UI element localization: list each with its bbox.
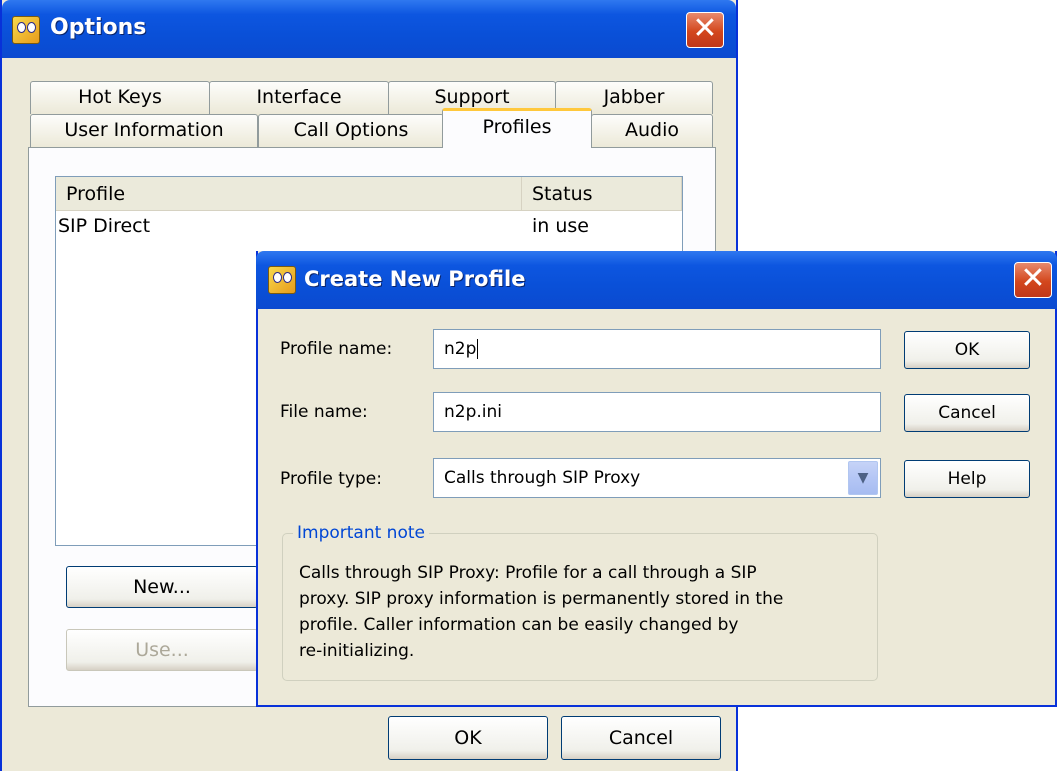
options-cancel-button[interactable]: Cancel bbox=[561, 716, 721, 760]
profile-type-select[interactable]: Calls through SIP Proxy ▼ bbox=[433, 458, 881, 498]
tab-call-options[interactable]: Call Options bbox=[258, 114, 444, 147]
app-face-icon bbox=[268, 266, 296, 294]
options-close-icon[interactable]: ✕ bbox=[686, 12, 724, 48]
create-new-profile-dialog: Create New Profile ✕ Profile name: n2p F… bbox=[256, 251, 1057, 707]
dialog-title: Create New Profile bbox=[304, 267, 526, 291]
options-titlebar[interactable]: Options ✕ bbox=[2, 0, 736, 58]
file-name-input[interactable]: n2p.ini bbox=[433, 392, 881, 432]
use-profile-button[interactable]: Use... bbox=[66, 629, 258, 671]
profile-status-cell: in use bbox=[532, 215, 589, 237]
app-face-icon bbox=[12, 16, 40, 44]
tab-audio[interactable]: Audio bbox=[591, 114, 713, 147]
new-profile-button[interactable]: New... bbox=[66, 566, 258, 608]
tab-user-information[interactable]: User Information bbox=[30, 114, 258, 147]
profile-name-value: n2p bbox=[444, 339, 477, 359]
important-note-group: Important note Calls through SIP Proxy: … bbox=[282, 523, 878, 681]
dialog-help-button[interactable]: Help bbox=[904, 460, 1030, 498]
dialog-close-icon[interactable]: ✕ bbox=[1014, 262, 1052, 298]
options-title: Options bbox=[50, 15, 147, 40]
column-header-status[interactable]: Status bbox=[522, 177, 682, 211]
file-name-label: File name: bbox=[280, 402, 368, 422]
tab-profiles[interactable]: Profiles bbox=[442, 108, 592, 148]
dialog-cancel-button[interactable]: Cancel bbox=[904, 394, 1030, 432]
dialog-ok-button[interactable]: OK bbox=[904, 331, 1030, 369]
tab-interface[interactable]: Interface bbox=[209, 81, 389, 114]
profile-name-cell: SIP Direct bbox=[58, 215, 151, 237]
text-caret bbox=[477, 339, 479, 359]
profile-name-input[interactable]: n2p bbox=[433, 329, 881, 369]
profile-type-label: Profile type: bbox=[280, 469, 382, 489]
file-name-value: n2p.ini bbox=[444, 402, 503, 422]
profile-name-label: Profile name: bbox=[280, 339, 393, 359]
important-note-text: Calls through SIP Proxy: Profile for a c… bbox=[299, 563, 784, 661]
column-header-profile[interactable]: Profile bbox=[56, 177, 522, 211]
dialog-titlebar[interactable]: Create New Profile ✕ bbox=[256, 251, 1057, 309]
options-ok-button[interactable]: OK bbox=[388, 716, 548, 760]
profile-type-value: Calls through SIP Proxy bbox=[444, 468, 641, 488]
chevron-down-icon[interactable]: ▼ bbox=[848, 461, 878, 495]
important-note-title: Important note bbox=[293, 523, 429, 543]
tab-hot-keys[interactable]: Hot Keys bbox=[30, 81, 210, 114]
